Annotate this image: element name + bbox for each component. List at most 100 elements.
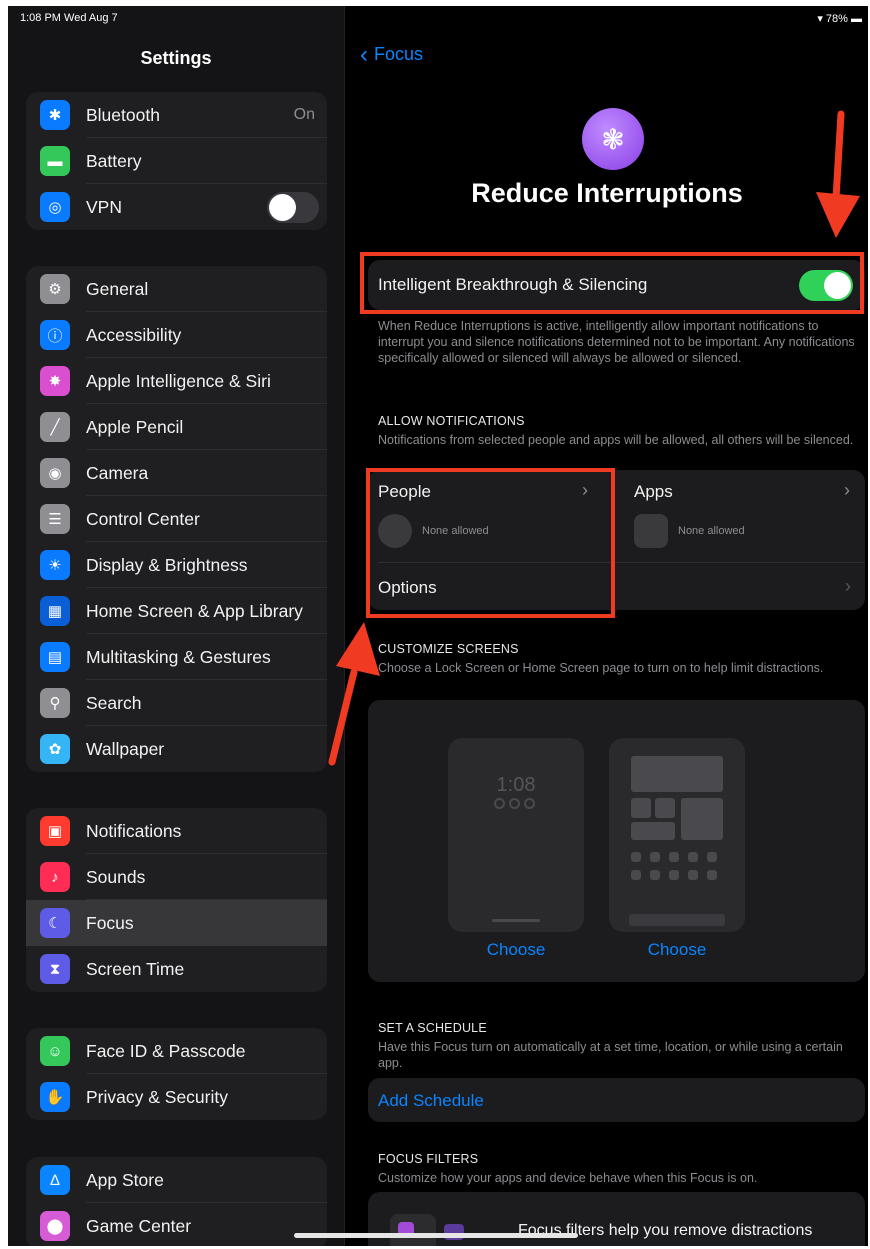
sidebar-group-general: ⚙ General ⓘ Accessibility ✸ Apple Intelligenc… bbox=[26, 266, 327, 772]
sidebar-item-search[interactable]: ⚲ Search bbox=[26, 680, 327, 726]
sidebar-item-wallpaper[interactable]: ✿ Wallpaper bbox=[26, 726, 327, 772]
focus-filters-header: FOCUS FILTERS bbox=[378, 1152, 479, 1166]
moon-icon: ☾ bbox=[40, 908, 70, 938]
annotation-arrow-up bbox=[328, 622, 380, 766]
app-block bbox=[631, 798, 651, 818]
apps-none-allowed: None allowed bbox=[678, 525, 745, 537]
sidebar-item-label: App Store bbox=[86, 1169, 164, 1190]
widget-block bbox=[631, 756, 723, 792]
add-schedule-row[interactable]: Add Schedule bbox=[368, 1078, 865, 1122]
focus-filters-desc: Customize how your apps and device behav… bbox=[378, 1171, 758, 1185]
ipad-screen: 1:08 PM Wed Aug 7 Settings ✱ Bluetooth On ▬… bbox=[8, 6, 868, 1246]
sidebar-item-app-store[interactable]: ∆ App Store bbox=[26, 1157, 327, 1203]
sidebar-item-label: Notifications bbox=[86, 820, 182, 841]
choose-home-screen-button[interactable]: Choose bbox=[609, 940, 745, 960]
schedule-header: SET A SCHEDULE bbox=[378, 1021, 487, 1035]
gear-icon: ⚙ bbox=[40, 274, 70, 304]
sidebar-item-label: General bbox=[86, 278, 149, 299]
accessibility-icon: ⓘ bbox=[40, 320, 70, 350]
camera-icon: ◉ bbox=[40, 458, 70, 488]
sidebar-item-apple-pencil[interactable]: ╱ Apple Pencil bbox=[26, 404, 327, 450]
sidebar-item-game-center[interactable]: ⬤ Game Center bbox=[26, 1203, 327, 1246]
annotation-arrow-down bbox=[816, 110, 860, 238]
app-block bbox=[707, 852, 717, 862]
status-battery: ▾ 78% ▬ bbox=[817, 13, 862, 25]
sidebar-item-label: Wallpaper bbox=[86, 738, 165, 759]
sidebar-item-camera[interactable]: ◉ Camera bbox=[26, 450, 327, 496]
schedule-desc: Have this Focus turn on automatically at… bbox=[378, 1040, 843, 1070]
annotation-box-intelligent bbox=[360, 252, 864, 314]
apps-cell[interactable]: Apps › None allowed bbox=[624, 470, 865, 562]
siri-icon: ✸ bbox=[40, 366, 70, 396]
sidebar-item-display-brightness[interactable]: ☀ Display & Brightness bbox=[26, 542, 327, 588]
reduce-interruptions-icon: ❃ bbox=[582, 108, 644, 170]
sidebar-item-focus[interactable]: ☾ Focus bbox=[26, 900, 327, 946]
vpn-toggle[interactable] bbox=[267, 191, 319, 223]
sidebar-item-general[interactable]: ⚙ General bbox=[26, 266, 327, 312]
dock bbox=[629, 914, 725, 926]
customize-screens-header: CUSTOMIZE SCREENS bbox=[378, 642, 519, 656]
sidebar-group-connectivity: ✱ Bluetooth On ▬ Battery ◎ VPN bbox=[26, 92, 327, 230]
choose-lock-screen-button[interactable]: Choose bbox=[448, 940, 584, 960]
sidebar-item-control-center[interactable]: ☰ Control Center bbox=[26, 496, 327, 542]
sidebar-item-value: On bbox=[293, 106, 315, 123]
notifications-icon: ▣ bbox=[40, 816, 70, 846]
sidebar-item-notifications[interactable]: ▣ Notifications bbox=[26, 808, 327, 854]
home-screen-preview[interactable] bbox=[609, 738, 745, 932]
widget-block bbox=[681, 798, 723, 840]
sidebar-item-label: Privacy & Security bbox=[86, 1086, 228, 1107]
app-block bbox=[707, 870, 717, 880]
search-icon: ⚲ bbox=[40, 688, 70, 718]
hand-icon: ✋ bbox=[40, 1082, 70, 1112]
sidebar-item-screen-time[interactable]: ⧗ Screen Time bbox=[26, 946, 327, 992]
lock-screen-time: 1:08 bbox=[496, 774, 536, 796]
hourglass-icon: ⧗ bbox=[40, 954, 70, 984]
app-block bbox=[650, 870, 660, 880]
intelligent-breakthrough-footer: When Reduce Interruptions is active, int… bbox=[378, 319, 855, 365]
sidebar-item-label: Multitasking & Gestures bbox=[86, 646, 271, 667]
app-block bbox=[669, 870, 679, 880]
sidebar-item-accessibility[interactable]: ⓘ Accessibility bbox=[26, 312, 327, 358]
add-schedule-button[interactable]: Add Schedule bbox=[378, 1091, 484, 1111]
sidebar-item-label: Face ID & Passcode bbox=[86, 1040, 246, 1061]
sidebar-item-label: Apple Intelligence & Siri bbox=[86, 370, 271, 391]
app-block bbox=[688, 870, 698, 880]
brightness-icon: ☀ bbox=[40, 550, 70, 580]
sidebar-item-label: Apple Pencil bbox=[86, 416, 184, 437]
sidebar-item-bluetooth[interactable]: ✱ Bluetooth On bbox=[26, 92, 327, 138]
sidebar-item-label: Screen Time bbox=[86, 958, 185, 979]
sidebar-item-apple-intelligence-siri[interactable]: ✸ Apple Intelligence & Siri bbox=[26, 358, 327, 404]
apps-label: Apps bbox=[634, 482, 673, 501]
app-block bbox=[669, 852, 679, 862]
control-center-icon: ☰ bbox=[40, 504, 70, 534]
game-center-icon: ⬤ bbox=[40, 1211, 70, 1241]
sidebar-item-label: Camera bbox=[86, 462, 149, 483]
allow-notifications-header: ALLOW NOTIFICATIONS bbox=[378, 414, 525, 428]
app-store-icon: ∆ bbox=[40, 1165, 70, 1195]
back-button[interactable]: ‹ Focus bbox=[360, 42, 423, 66]
sidebar-item-label: Bluetooth bbox=[86, 104, 160, 125]
app-block bbox=[631, 852, 641, 862]
sidebar-item-label: Accessibility bbox=[86, 324, 182, 345]
sidebar-item-sounds[interactable]: ♪ Sounds bbox=[26, 854, 327, 900]
sidebar-item-label: Home Screen & App Library bbox=[86, 600, 303, 621]
home-screen-icon: ▦ bbox=[40, 596, 70, 626]
sidebar-group-security: ☺ Face ID & Passcode ✋ Privacy & Security bbox=[26, 1028, 327, 1120]
sidebar-item-label: Control Center bbox=[86, 508, 200, 529]
app-block bbox=[655, 798, 675, 818]
multitasking-icon: ▤ bbox=[40, 642, 70, 672]
settings-sidebar: 1:08 PM Wed Aug 7 Settings ✱ Bluetooth On ▬… bbox=[8, 6, 345, 1246]
sidebar-item-label: Search bbox=[86, 692, 142, 713]
sidebar-title: Settings bbox=[140, 48, 212, 68]
sidebar-item-battery[interactable]: ▬ Battery bbox=[26, 138, 327, 184]
sidebar-item-vpn[interactable]: ◎ VPN bbox=[26, 184, 327, 230]
lock-screen-preview[interactable]: 1:08 bbox=[448, 738, 584, 932]
customize-screens-desc: Choose a Lock Screen or Home Screen page… bbox=[378, 661, 824, 675]
sidebar-item-label: Game Center bbox=[86, 1215, 192, 1236]
wallpaper-icon: ✿ bbox=[40, 734, 70, 764]
sidebar-item-multitasking-gestures[interactable]: ▤ Multitasking & Gestures bbox=[26, 634, 327, 680]
sidebar-item-privacy-security[interactable]: ✋ Privacy & Security bbox=[26, 1074, 327, 1120]
sidebar-item-face-id-passcode[interactable]: ☺ Face ID & Passcode bbox=[26, 1028, 327, 1074]
app-block bbox=[688, 852, 698, 862]
sidebar-item-home-screen-app-library[interactable]: ▦ Home Screen & App Library bbox=[26, 588, 327, 634]
